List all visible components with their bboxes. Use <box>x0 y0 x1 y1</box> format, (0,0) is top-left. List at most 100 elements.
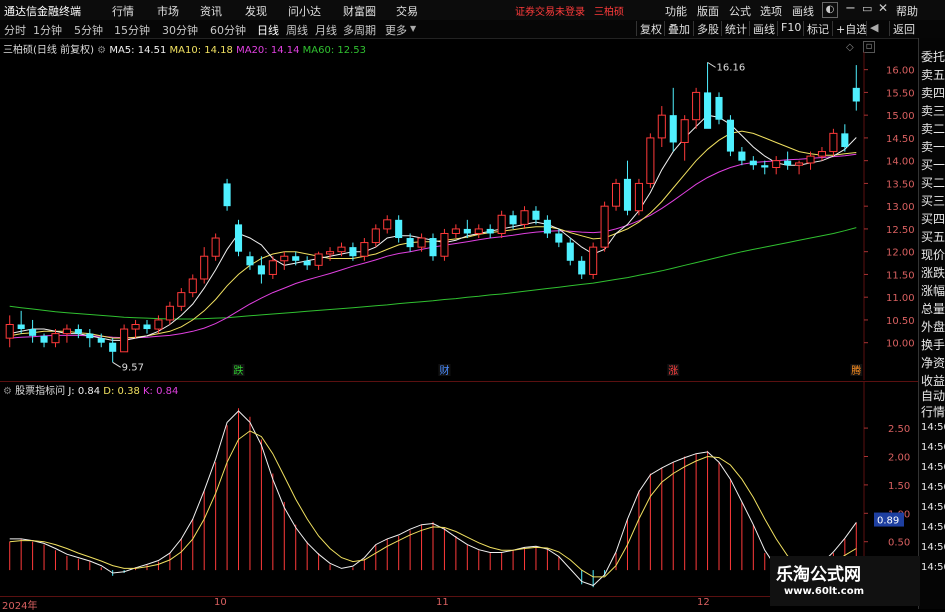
candle-body <box>395 219 403 239</box>
tab-more[interactable]: 更多 <box>385 22 407 38</box>
menu-item-layout[interactable]: 版面 <box>697 3 719 19</box>
chevron-down-icon[interactable]: ▼ <box>410 24 416 33</box>
menu-item-function[interactable]: 功能 <box>665 3 687 19</box>
close-icon[interactable]: ✕ <box>878 1 888 15</box>
overlay-button[interactable]: 叠加 <box>664 21 690 36</box>
collapse-icon[interactable]: ◀ <box>866 21 878 36</box>
return-button[interactable]: 返回 <box>889 21 915 36</box>
candle-body <box>86 333 94 339</box>
candle-body <box>772 160 781 168</box>
menu-item-help[interactable]: 帮助 <box>896 3 918 19</box>
menu-item-markets[interactable]: 市场 <box>157 3 179 19</box>
tab-15min[interactable]: 15分钟 <box>114 22 150 38</box>
menu-item-assistant[interactable]: 问小达 <box>288 3 321 19</box>
low-label: 9.57 <box>122 362 144 373</box>
y-tick-label: 16.00 <box>886 66 915 77</box>
watermark-title: 乐淘公式网 <box>776 565 861 585</box>
menu-item-draw[interactable]: 画线 <box>792 3 814 19</box>
menu-item-options[interactable]: 选项 <box>760 3 782 19</box>
tab-30min[interactable]: 30分钟 <box>162 22 198 38</box>
quote-label[interactable]: 委托 <box>921 48 945 65</box>
menu-item-discover[interactable]: 发现 <box>245 3 267 19</box>
candle-body <box>280 255 289 262</box>
candle-body <box>497 214 506 234</box>
tab-weekly[interactable]: 周线 <box>286 22 308 38</box>
candle-body <box>451 228 460 234</box>
tick-time: 14:50 <box>921 462 945 473</box>
quote-label: 现价 <box>921 248 945 262</box>
y-tick-label: 14.00 <box>886 157 915 168</box>
tab-5min[interactable]: 5分钟 <box>74 22 103 38</box>
quote-label: 卖三 <box>921 104 945 118</box>
candle-body <box>543 219 551 234</box>
tab-multi-period[interactable]: 多周期 <box>343 22 376 38</box>
candle-body <box>200 255 209 280</box>
candle-body <box>165 305 174 321</box>
y-tick-label: 11.00 <box>886 293 915 304</box>
candle-body <box>383 219 392 230</box>
candle-body <box>841 133 849 148</box>
candle-body <box>188 278 197 294</box>
skin-icon[interactable]: ◐ <box>822 2 838 18</box>
add-watchlist-button[interactable]: +自选 <box>832 21 867 36</box>
x-label-year: 2024年 <box>2 601 38 612</box>
quote-label: 买二 <box>921 176 945 190</box>
candle-body <box>349 247 357 257</box>
candle-body <box>268 260 277 275</box>
candle-body <box>784 160 792 166</box>
quote-label: 卖五 <box>921 68 945 82</box>
candle-body <box>657 114 666 139</box>
quote-tab[interactable]: 行情 <box>921 403 945 420</box>
tab-monthly[interactable]: 月线 <box>315 22 337 38</box>
quote-label: 买一 <box>921 158 945 172</box>
candle-body <box>97 338 105 343</box>
candle-body <box>211 237 220 257</box>
menu-item-news[interactable]: 资讯 <box>200 3 222 19</box>
candle-body <box>623 178 632 211</box>
y-tick-label: 10.50 <box>886 316 915 327</box>
tab-timeshare[interactable]: 分时 <box>4 22 26 38</box>
auto-button[interactable]: 自动 <box>921 387 945 404</box>
tab-daily[interactable]: 日线 <box>257 22 279 38</box>
y-tick-label: 10.00 <box>886 339 915 350</box>
candle-body <box>440 232 449 257</box>
mark-button[interactable]: 标记 <box>803 21 829 36</box>
statistics-button[interactable]: 统计 <box>721 21 747 36</box>
period-tabbar: 分时 1分钟 5分钟 15分钟 30分钟 60分钟 日线 周线 月线 多周期 更… <box>0 20 945 39</box>
kline-panel[interactable]: 三柏硕(日线 前复权) ⚙ MA5: 14.51 MA10: 14.18 MA2… <box>0 38 918 380</box>
y-tick-label: 14.50 <box>886 134 915 145</box>
minimize-icon[interactable]: − <box>845 1 856 16</box>
candle-body <box>829 132 838 153</box>
draw-line-button[interactable]: 画线 <box>749 21 775 36</box>
y-tick-label: 2.50 <box>888 424 910 435</box>
candle-body <box>303 260 311 266</box>
candle-body <box>611 182 621 207</box>
tick-time: 14:50 <box>921 502 945 513</box>
candle-body <box>749 160 757 166</box>
y-tick-label: 12.50 <box>886 225 915 236</box>
maximize-icon[interactable]: ▭ <box>862 2 872 15</box>
candle-body <box>589 246 598 275</box>
restore-rights-button[interactable]: 复权 <box>636 21 662 36</box>
menu-item-wealth[interactable]: 财富圈 <box>343 3 376 19</box>
candle-body <box>578 260 586 275</box>
event-marker: 跌 <box>234 364 244 377</box>
candle-body <box>154 319 163 330</box>
candle-body <box>600 205 609 248</box>
candle-body <box>532 210 540 220</box>
quote-label: 换手 <box>921 338 945 352</box>
y-tick-label: 15.00 <box>886 111 915 122</box>
menu-item-formula[interactable]: 公式 <box>729 3 751 19</box>
watermark-url: www.60lt.com <box>784 586 865 597</box>
candle-body <box>314 253 323 266</box>
menu-item-trade[interactable]: 交易 <box>396 3 418 19</box>
y-tick-label: 0.50 <box>888 538 910 549</box>
f10-button[interactable]: F10 <box>777 21 801 36</box>
multi-stock-button[interactable]: 多股 <box>693 21 719 36</box>
tick-time: 14:50 <box>921 442 945 453</box>
menu-item-market[interactable]: 行情 <box>112 3 134 19</box>
quote-label: 涨跌 <box>921 266 945 280</box>
quote-label: 买五 <box>921 230 945 244</box>
tab-1min[interactable]: 1分钟 <box>33 22 62 38</box>
tab-60min[interactable]: 60分钟 <box>210 22 246 38</box>
